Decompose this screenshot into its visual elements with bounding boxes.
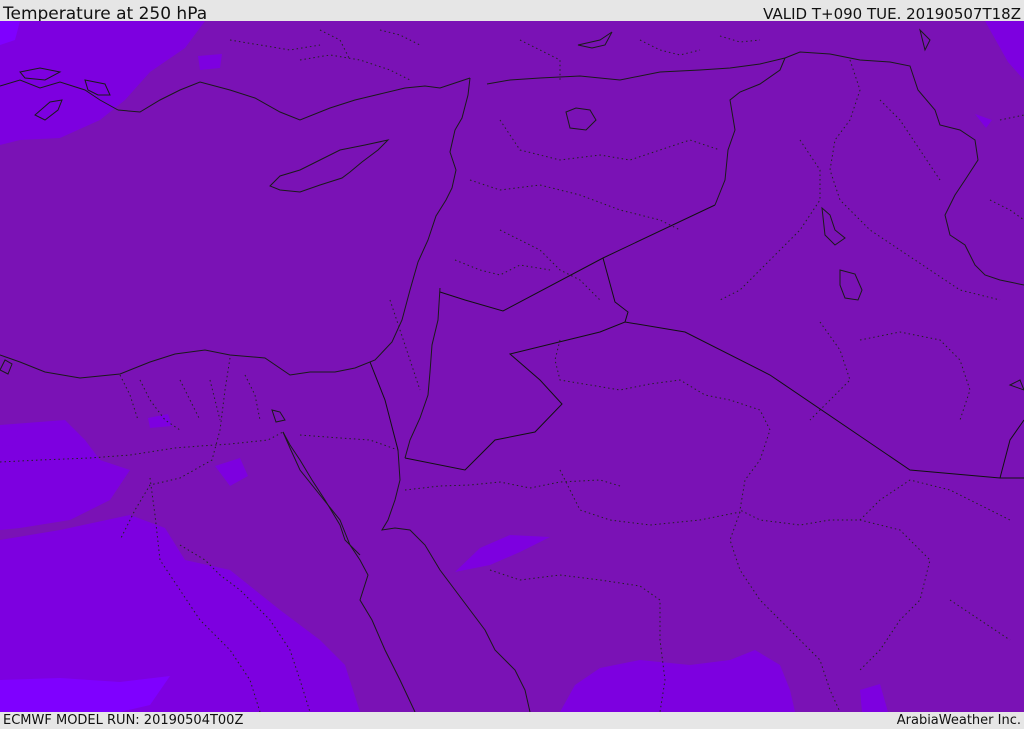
credit-text: ArabiaWeather Inc.	[896, 713, 1021, 728]
footer-bar: ECMWF MODEL RUN: 20190504T00Z ArabiaWeat…	[0, 712, 1024, 729]
weather-map	[0, 21, 1024, 712]
header-bar: Temperature at 250 hPa VALID T+090 TUE. …	[0, 0, 1024, 24]
map-canvas	[0, 21, 1024, 712]
model-run: ECMWF MODEL RUN: 20190504T00Z	[3, 713, 244, 728]
